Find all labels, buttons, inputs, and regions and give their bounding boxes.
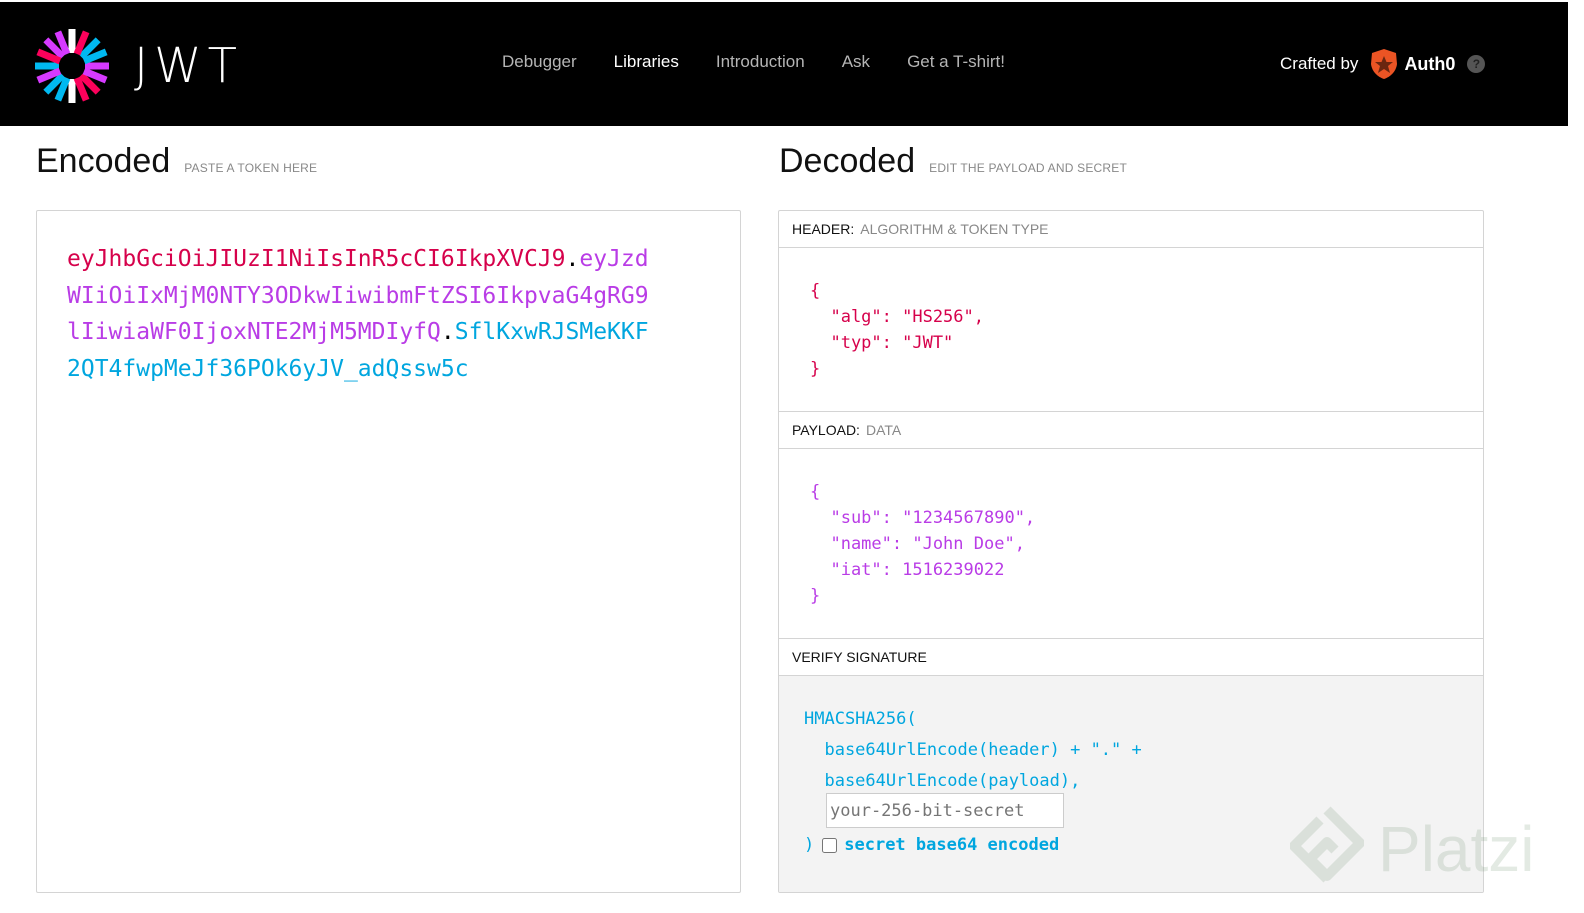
jwt-starburst-icon	[35, 29, 109, 103]
main-nav: Debugger Libraries Introduction Ask Get …	[502, 52, 1042, 72]
auth0-shield-icon	[1371, 49, 1398, 79]
help-icon[interactable]: ?	[1467, 55, 1486, 73]
verify-header-expr: base64UrlEncode(header) + "." +	[804, 740, 1142, 760]
payload-json-editor[interactable]: { "sub": "1234567890", "name": "John Doe…	[779, 449, 1483, 639]
decoded-panel: HEADER: ALGORITHM & TOKEN TYPE { "alg": …	[778, 210, 1484, 893]
header-label: HEADER:	[792, 221, 855, 237]
verify-fn-close: )	[804, 835, 815, 855]
decoded-title: Decoded	[779, 142, 916, 180]
token-dot: .	[565, 246, 580, 272]
jwt-logo[interactable]: JWT	[34, 28, 243, 104]
verify-fn-open: HMACSHA256(	[804, 709, 917, 729]
secret-base64-checkbox[interactable]	[822, 838, 838, 853]
secret-input[interactable]	[826, 793, 1064, 828]
payload-hint: DATA	[865, 422, 902, 438]
verify-section-heading: VERIFY SIGNATURE	[779, 639, 1483, 676]
payload-section-heading: PAYLOAD: DATA	[779, 412, 1483, 449]
token-header-part: eyJhbGciOiJIUzI1NiIsInR5cCI6IkpXVCJ9	[67, 246, 566, 272]
platzi-logo-icon	[1290, 806, 1364, 883]
header-section-heading: HEADER: ALGORITHM & TOKEN TYPE	[779, 211, 1483, 248]
header-json-editor[interactable]: { "alg": "HS256", "typ": "JWT" }	[779, 248, 1483, 412]
platzi-wordmark: Platzi	[1378, 813, 1535, 885]
secret-options-row: ) secret base64 encoded	[804, 830, 1059, 861]
crafted-by-auth0[interactable]: Crafted by Auth0 ?	[1280, 48, 1486, 80]
encoded-heading: Encoded PASTE A TOKEN HERE	[36, 142, 317, 181]
decoded-subtitle: EDIT THE PAYLOAD AND SECRET	[929, 161, 1128, 175]
nav-get-tshirt[interactable]: Get a T-shirt!	[907, 52, 1005, 72]
nav-libraries[interactable]: Libraries	[614, 52, 679, 72]
encoded-title: Encoded	[36, 142, 171, 180]
payload-label: PAYLOAD:	[792, 422, 860, 438]
platzi-watermark: Platzi	[1290, 806, 1535, 892]
encoded-token-editor[interactable]: eyJhbGciOiJIUzI1NiIsInR5cCI6IkpXVCJ9.eyJ…	[36, 210, 741, 893]
jwt-wordmark: JWT	[134, 38, 243, 94]
auth0-name: Auth0	[1404, 53, 1456, 74]
verify-label: VERIFY SIGNATURE	[792, 649, 927, 665]
encoded-token[interactable]: eyJhbGciOiJIUzI1NiIsInR5cCI6IkpXVCJ9.eyJ…	[67, 241, 657, 387]
secret-base64-label[interactable]: secret base64 encoded	[844, 830, 1059, 861]
encoded-subtitle: PASTE A TOKEN HERE	[184, 161, 318, 175]
nav-ask[interactable]: Ask	[842, 52, 870, 72]
crafted-by-label: Crafted by	[1280, 54, 1359, 73]
decoded-heading: Decoded EDIT THE PAYLOAD AND SECRET	[779, 142, 1127, 181]
top-navbar: JWT Debugger Libraries Introduction Ask …	[0, 2, 1568, 126]
nav-debugger[interactable]: Debugger	[502, 52, 577, 72]
header-hint: ALGORITHM & TOKEN TYPE	[860, 221, 1049, 237]
token-dot: .	[440, 319, 455, 345]
nav-introduction[interactable]: Introduction	[716, 52, 805, 72]
